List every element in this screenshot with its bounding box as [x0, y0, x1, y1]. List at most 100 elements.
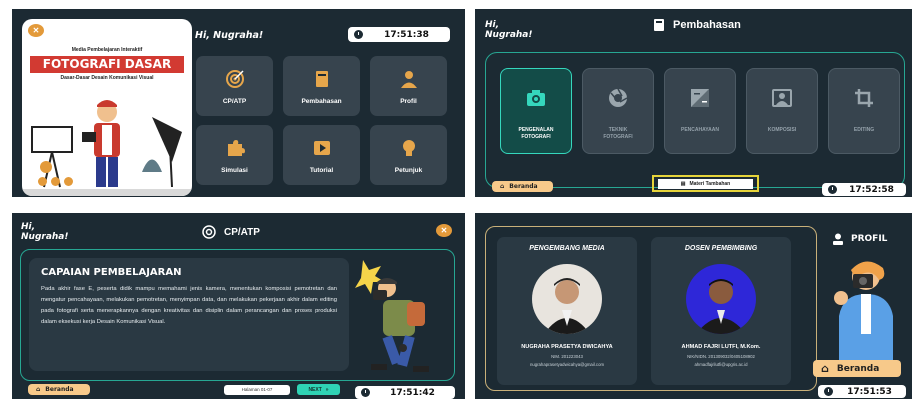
home-icon: ⌂	[500, 183, 505, 190]
beranda-button[interactable]: ⌂ Beranda	[492, 181, 553, 192]
materi-tambahan-inner: ▤ Materi Tambahan	[658, 179, 753, 189]
lecturer-email: ahmadfajrilutfi@upgris.ac.id	[694, 362, 748, 367]
hero-controls	[38, 177, 73, 186]
clock-icon	[361, 388, 370, 397]
home-icon: ⌂	[821, 362, 829, 375]
topic-pencahayaan[interactable]: PENCAHAYAAN	[664, 68, 736, 154]
developer-email: nugrahaprasetyadwicahya@gmail.com	[529, 362, 605, 367]
greeting-line1: Hi,	[485, 20, 500, 30]
topic-label-line2: FOTOGRAFI	[521, 134, 551, 140]
topic-editing[interactable]: EDITING	[828, 68, 900, 154]
topic-label: EDITING	[853, 127, 875, 133]
page-title-text: PROFIL	[851, 234, 888, 244]
home-badge-icon[interactable]	[40, 161, 52, 173]
topic-komposisi[interactable]: KOMPOSISI	[746, 68, 818, 154]
topic-label: KOMPOSISI	[767, 127, 797, 133]
greeting-line2: Nugraha!	[485, 30, 533, 40]
materi-tambahan-button[interactable]: ▤ Materi Tambahan	[652, 175, 759, 192]
photographer-illustration	[834, 261, 893, 364]
user-icon	[399, 69, 419, 89]
hero-subtitle: Media Pembelajaran Interaktif	[71, 47, 143, 53]
lecturer-card: DOSEN PEMBIMBING AHMAD FAJRI LUTFI, M.Ko…	[651, 237, 791, 385]
beranda-button[interactable]: ⌂ Beranda	[813, 360, 901, 377]
menu-profil-label: Profil	[400, 98, 417, 105]
aperture-icon	[607, 87, 629, 109]
main-menu-panel: ✕ Media Pembelajaran Interaktif FOTOGRAF…	[12, 9, 465, 197]
clock-time: 17:52:58	[849, 184, 894, 195]
clock: 17:51:42	[355, 386, 455, 399]
menu-simulasi-label: Simulasi	[221, 167, 248, 174]
content-frame: CAPAIAN PEMBELAJARAN Pada akhir fase E, …	[20, 249, 455, 381]
puzzle-icon	[225, 138, 245, 158]
developer-id: NIM. 201223043	[551, 354, 583, 359]
topic-label: PENGENALAN FOTOGRAFI	[501, 127, 571, 141]
menu-profil[interactable]: Profil	[370, 56, 447, 116]
settings-icon[interactable]	[64, 177, 73, 186]
topic-pengenalan-fotografi[interactable]: PENGENALAN FOTOGRAFI	[500, 68, 572, 154]
clock-icon	[824, 387, 833, 396]
lightbulb-icon	[399, 138, 419, 158]
beranda-button[interactable]: ⌂ Beranda	[28, 384, 90, 395]
topic-teknik-fotografi[interactable]: TEKNIK FOTOGRAFI	[582, 68, 654, 154]
book-icon	[654, 19, 664, 31]
greeting: Hi, Nugraha!	[21, 222, 68, 242]
topic-label: PENCAHAYAAN	[681, 127, 719, 133]
page-title: CP/ATP	[202, 225, 260, 239]
lecturer-id: NIK/NIDN. 201309032/0405108902	[687, 354, 755, 359]
menu-tutorial[interactable]: Tutorial	[283, 125, 360, 185]
close-icon[interactable]: ✕	[436, 224, 452, 237]
exposure-icon	[689, 87, 711, 109]
cp-atp-panel: Hi, Nugraha! CP/ATP ✕ CAPAIAN PEMBELAJAR…	[12, 213, 465, 399]
info-icon[interactable]	[51, 177, 60, 186]
next-label: NEXT	[308, 386, 322, 393]
menu-petunjuk-label: Petunjuk	[394, 167, 423, 174]
next-button[interactable]: NEXT »	[297, 384, 340, 395]
lecturer-name: AHMAD FAJRI LUTFI, M.Kom.	[681, 344, 761, 350]
double-chevron-right-icon: »	[325, 386, 329, 393]
beranda-label: Beranda	[509, 183, 538, 190]
page-title: Pembahasan	[653, 18, 741, 32]
lecturer-heading: DOSEN PEMBIMBING	[684, 245, 758, 252]
topic-list: PENGENALAN FOTOGRAFI TEKNIK FOTOGRAFI PENC…	[500, 68, 900, 154]
topic-label-line1: TEKNIK	[608, 127, 628, 133]
close-icon[interactable]: ✕	[28, 24, 44, 37]
capaian-card: CAPAIAN PEMBELAJARAN Pada akhir fase E, …	[29, 258, 349, 371]
menu-cp-atp[interactable]: CP/ATP	[196, 56, 273, 116]
portrait-icon	[771, 87, 793, 109]
beranda-label: Beranda	[836, 363, 880, 374]
hero-title: FOTOGRAFI DASAR	[30, 56, 184, 73]
audio-icon[interactable]	[38, 177, 47, 186]
photographer-illustration	[355, 260, 429, 372]
pembahasan-panel: Hi, Nugraha! Pembahasan PENGENALAN FOTOGR…	[475, 9, 912, 197]
developer-name: NUGRAHA PRASETYA DWICAHYA	[521, 344, 613, 350]
menu-cp-atp-label: CP/ATP	[222, 98, 247, 105]
crop-icon	[853, 87, 875, 109]
clock-time: 17:51:42	[390, 387, 435, 398]
greeting: Hi, Nugraha!	[195, 30, 264, 41]
page-title-text: Pembahasan	[673, 19, 741, 31]
menu-pembahasan[interactable]: Pembahasan	[283, 56, 360, 116]
topic-label-line1: PENGENALAN	[518, 127, 554, 133]
main-menu-grid: CP/ATP Pembahasan Profil Simulasi Tutori…	[196, 56, 447, 185]
page-title: PROFIL	[832, 233, 887, 245]
play-icon	[312, 138, 332, 158]
page-indicator: Halaman 01-07	[224, 385, 290, 395]
user-icon	[833, 233, 843, 245]
clock-time: 17:51:38	[384, 29, 429, 40]
page-title-text: CP/ATP	[224, 226, 260, 238]
clock-icon	[354, 30, 363, 39]
beranda-label: Beranda	[45, 386, 74, 393]
capaian-text: Pada akhir fase E, peserta didik mampu m…	[41, 286, 337, 325]
target-icon	[225, 69, 245, 89]
greeting-line2: Nugraha!	[21, 232, 69, 242]
home-icon: ⌂	[36, 386, 41, 393]
menu-petunjuk[interactable]: Petunjuk	[370, 125, 447, 185]
menu-simulasi[interactable]: Simulasi	[196, 125, 273, 185]
developer-photo	[532, 264, 602, 334]
clock-icon	[828, 185, 837, 194]
clock: 17:52:58	[822, 183, 906, 196]
clock: 17:51:38	[348, 27, 450, 42]
clock: 17:51:53	[818, 385, 906, 398]
greeting: Hi, Nugraha!	[485, 20, 532, 40]
camera-icon	[525, 87, 547, 109]
